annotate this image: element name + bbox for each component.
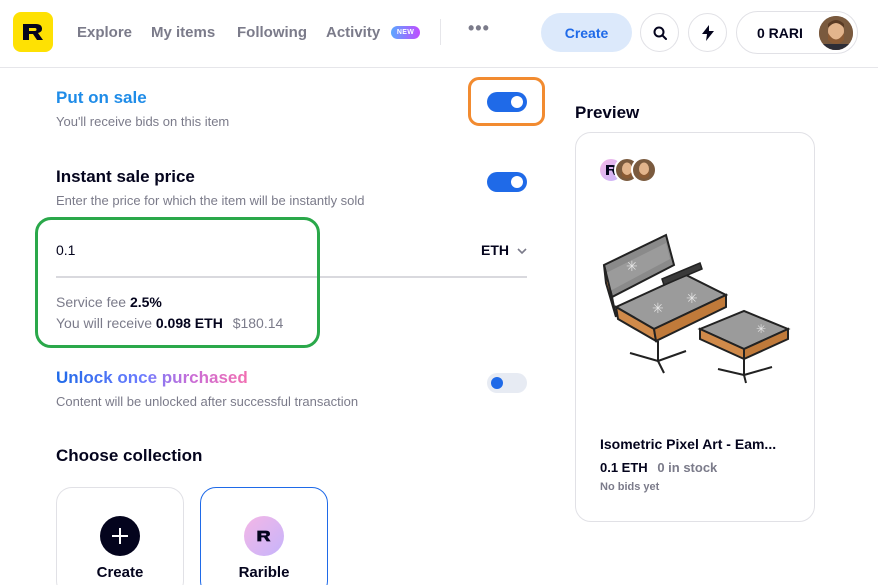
user-avatar-image — [819, 16, 853, 50]
collection-rarible-card[interactable]: Rarible — [200, 487, 328, 585]
currency-select[interactable]: ETH — [481, 242, 527, 258]
rarible-collection-icon — [244, 516, 284, 556]
plus-icon-glyph — [112, 528, 128, 544]
more-menu-icon[interactable]: ••• — [468, 18, 490, 39]
svg-text:✳: ✳ — [652, 301, 664, 317]
preview-item-bids: No bids yet — [600, 481, 660, 493]
toggle-knob — [511, 176, 523, 188]
orange-highlight-annotation — [468, 77, 545, 126]
choose-collection-title: Choose collection — [56, 446, 203, 465]
lightning-icon — [701, 24, 714, 41]
instant-sale-subtitle: Enter the price for which the item will … — [56, 193, 365, 208]
nav-divider — [440, 19, 441, 45]
collection-create-card[interactable]: Create — [56, 487, 184, 585]
unlock-subtitle: Content will be unlocked after successfu… — [56, 394, 359, 409]
preview-item-price: 0.1 ETH — [600, 460, 648, 475]
rarible-logo-mark — [257, 530, 271, 542]
wallet-button[interactable]: 0 RARI — [736, 11, 858, 54]
user-avatar[interactable] — [819, 16, 853, 50]
new-badge: NEW — [391, 26, 420, 39]
put-on-sale-title: Put on sale — [56, 88, 147, 107]
chevron-down-icon — [517, 248, 527, 254]
nft-artwork-chair-image: ✳ ✳ ✳ ✳ — [602, 233, 791, 384]
instant-sale-title: Instant sale price — [56, 167, 195, 186]
collection-rarible-label: Rarible — [238, 564, 290, 581]
preview-card[interactable]: ✳ ✳ ✳ ✳ Isometric Pixel Art - Eam... 0.1… — [575, 132, 815, 522]
unlock-title: Unlock once purchased — [56, 368, 248, 387]
nav-activity[interactable]: Activity — [326, 24, 380, 41]
put-on-sale-subtitle: You'll receive bids on this item — [56, 114, 230, 129]
top-nav: Explore My items Following Activity NEW … — [0, 0, 878, 68]
rarible-logo[interactable] — [13, 12, 53, 52]
green-highlight-annotation — [35, 217, 320, 348]
collection-create-label: Create — [96, 564, 144, 581]
rarible-logo-mark — [23, 24, 43, 40]
svg-text:✳: ✳ — [626, 259, 638, 275]
svg-text:✳: ✳ — [756, 322, 766, 336]
owner-avatar — [631, 157, 657, 183]
owner-avatar-image — [639, 162, 649, 179]
preview-item-name: Isometric Pixel Art - Eam... — [600, 436, 777, 452]
preview-title: Preview — [575, 103, 640, 122]
wallet-balance: 0 RARI — [757, 25, 803, 41]
preview-item-stock: 0 in stock — [657, 460, 718, 475]
activity-button[interactable] — [688, 13, 727, 52]
preview-price-row: 0.1 ETH 0 in stock — [600, 460, 717, 475]
nav-following[interactable]: Following — [237, 24, 307, 41]
toggle-knob — [491, 377, 503, 389]
plus-icon — [100, 516, 140, 556]
instant-sale-toggle[interactable] — [487, 172, 527, 192]
currency-label: ETH — [481, 242, 509, 258]
nav-explore[interactable]: Explore — [77, 24, 132, 41]
unlock-toggle[interactable] — [487, 373, 527, 393]
svg-text:✳: ✳ — [686, 291, 698, 307]
search-button[interactable] — [640, 13, 679, 52]
create-button[interactable]: Create — [541, 13, 632, 52]
nav-my-items[interactable]: My items — [151, 24, 215, 41]
search-icon — [653, 26, 667, 40]
